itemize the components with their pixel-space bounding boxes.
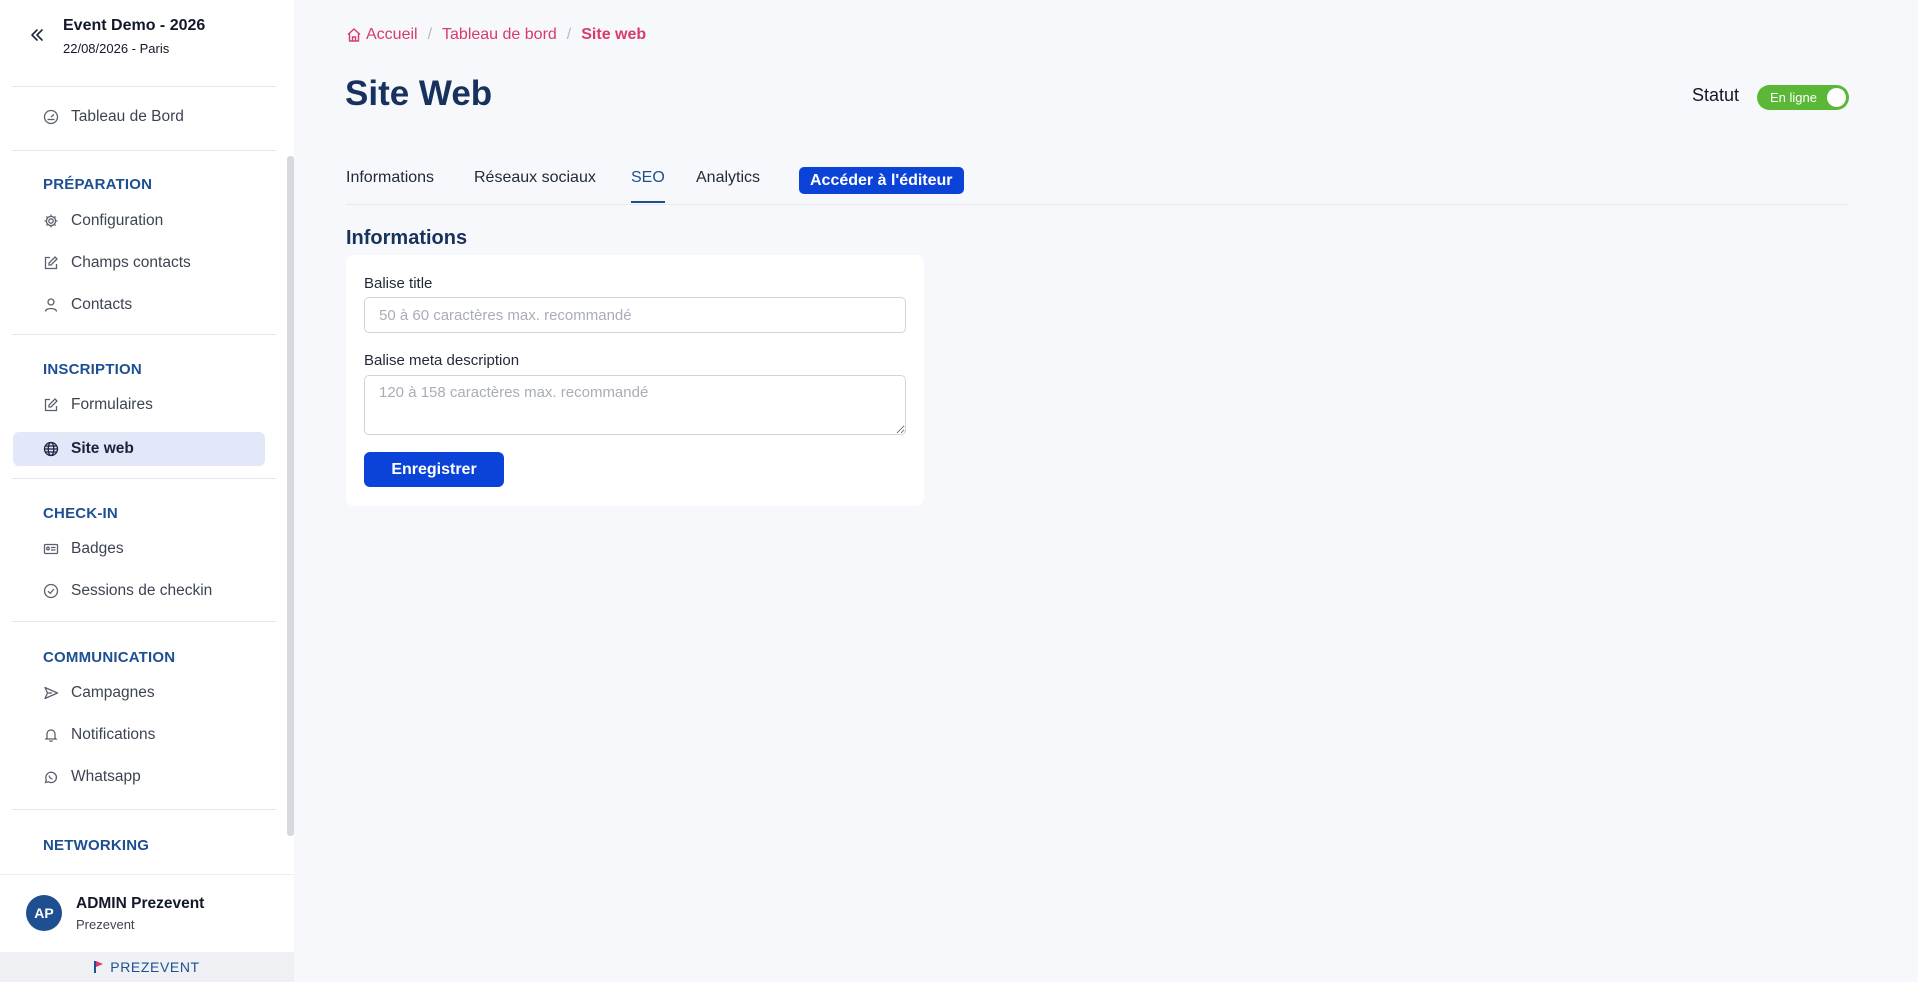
- section-title-checkin: CHECK-IN: [43, 505, 118, 522]
- edit-icon: [43, 397, 59, 413]
- avatar: AP: [26, 895, 62, 931]
- sidebar-item-configuration[interactable]: Configuration: [13, 204, 265, 238]
- section-title-preparation: PRÉPARATION: [43, 176, 153, 193]
- sidebar-item-label: Campagnes: [71, 684, 155, 701]
- tab-reseaux-sociaux[interactable]: Réseaux sociaux: [474, 169, 596, 203]
- divider: [12, 621, 276, 622]
- sidebar-item-label: Configuration: [71, 212, 164, 229]
- tab-informations[interactable]: Informations: [346, 169, 434, 203]
- gauge-icon: [43, 109, 59, 125]
- toggle-knob: [1827, 88, 1846, 107]
- section-title-communication: COMMUNICATION: [43, 649, 176, 666]
- sidebar-header: Event Demo - 2026 22/08/2026 - Paris: [0, 0, 294, 86]
- sidebar-item-site-web[interactable]: Site web: [13, 432, 265, 466]
- sidebar-item-label: Sessions de checkin: [71, 582, 213, 599]
- sidebar-item-label: Badges: [71, 540, 124, 557]
- sidebar-item-formulaires[interactable]: Formulaires: [13, 388, 265, 422]
- divider: [12, 334, 276, 335]
- globe-icon: [43, 441, 59, 457]
- user-organization: Prezevent: [76, 917, 135, 932]
- whatsapp-icon: [43, 769, 59, 785]
- tab-bar: Informations Réseaux sociaux SEO Analyti…: [346, 165, 1849, 205]
- tab-analytics[interactable]: Analytics: [696, 169, 760, 203]
- save-button[interactable]: Enregistrer: [364, 452, 504, 487]
- sidebar-item-label: Champs contacts: [71, 254, 191, 271]
- form-section-heading: Informations: [346, 227, 468, 249]
- status-label: Statut: [1692, 85, 1740, 105]
- section-title-inscription: INSCRIPTION: [43, 361, 142, 378]
- page-title: Site Web: [345, 74, 493, 113]
- sidebar-item-label: Site web: [71, 440, 134, 457]
- sidebar-item-label: Contacts: [71, 296, 133, 313]
- sidebar-item-label: Tableau de Bord: [71, 108, 184, 125]
- sidebar-item-campagnes[interactable]: Campagnes: [13, 676, 265, 710]
- breadcrumb-current: Site web: [581, 26, 647, 43]
- breadcrumb-home[interactable]: Accueil: [346, 26, 418, 44]
- gear-icon: [43, 213, 59, 229]
- bell-icon: [43, 727, 59, 743]
- sidebar-item-sessions-checkin[interactable]: Sessions de checkin: [13, 574, 265, 608]
- meta-description-label: Balise meta description: [364, 352, 520, 369]
- meta-description-textarea[interactable]: [364, 375, 906, 435]
- brand-footer: PREZEVENT: [0, 952, 294, 982]
- seo-form-card: Balise title Balise meta description Enr…: [346, 255, 924, 506]
- edit-icon: [43, 255, 59, 271]
- breadcrumb-dashboard[interactable]: Tableau de bord: [442, 26, 557, 44]
- divider: [12, 478, 276, 479]
- event-title: Event Demo - 2026: [63, 17, 206, 34]
- sidebar-item-contacts[interactable]: Contacts: [13, 288, 265, 322]
- sidebar-item-whatsapp[interactable]: Whatsapp: [13, 760, 265, 794]
- home-icon: [347, 28, 361, 42]
- event-date-location: 22/08/2026 - Paris: [63, 41, 170, 56]
- sidebar-item-dashboard[interactable]: Tableau de Bord: [13, 100, 265, 134]
- title-tag-input[interactable]: [364, 297, 906, 333]
- sidebar-item-badges[interactable]: Badges: [13, 532, 265, 566]
- sidebar-item-notifications[interactable]: Notifications: [13, 718, 265, 752]
- user-name: ADMIN Prezevent: [76, 895, 205, 912]
- breadcrumb: Accueil / Tableau de bord / Site web: [346, 26, 646, 44]
- sidebar: Event Demo - 2026 22/08/2026 - Paris Tab…: [0, 0, 294, 982]
- status-toggle[interactable]: En ligne: [1757, 85, 1849, 110]
- title-tag-label: Balise title: [364, 275, 433, 292]
- sidebar-item-champs-contacts[interactable]: Champs contacts: [13, 246, 265, 280]
- divider: [12, 150, 276, 151]
- section-title-networking: NETWORKING: [43, 837, 150, 854]
- sidebar-item-label: Notifications: [71, 726, 156, 743]
- sidebar-item-label: Formulaires: [71, 396, 153, 413]
- sidebar-item-label: Whatsapp: [71, 768, 141, 785]
- sidebar-nav[interactable]: Tableau de Bord PRÉPARATION Configuratio…: [0, 86, 294, 874]
- double-chevron-left-icon: [31, 29, 43, 41]
- tab-seo[interactable]: SEO: [631, 169, 665, 203]
- divider: [12, 809, 276, 810]
- user-profile[interactable]: AP ADMIN Prezevent Prezevent: [0, 874, 294, 952]
- status-toggle-text: En ligne: [1770, 90, 1817, 105]
- open-editor-button[interactable]: Accéder à l'éditeur: [799, 167, 964, 194]
- brand-name: PREZEVENT: [110, 959, 200, 975]
- divider: [12, 86, 276, 87]
- send-icon: [43, 685, 59, 701]
- collapse-sidebar-button[interactable]: [24, 22, 50, 48]
- sidebar-scrollbar[interactable]: [287, 156, 294, 836]
- badge-card-icon: [43, 541, 59, 557]
- breadcrumb-home-label: Accueil: [366, 26, 418, 43]
- breadcrumb-separator: /: [566, 26, 572, 43]
- breadcrumb-separator: /: [427, 26, 433, 43]
- check-circle-icon: [43, 583, 59, 599]
- prezevent-logo-icon: [94, 961, 104, 973]
- user-icon: [43, 297, 59, 313]
